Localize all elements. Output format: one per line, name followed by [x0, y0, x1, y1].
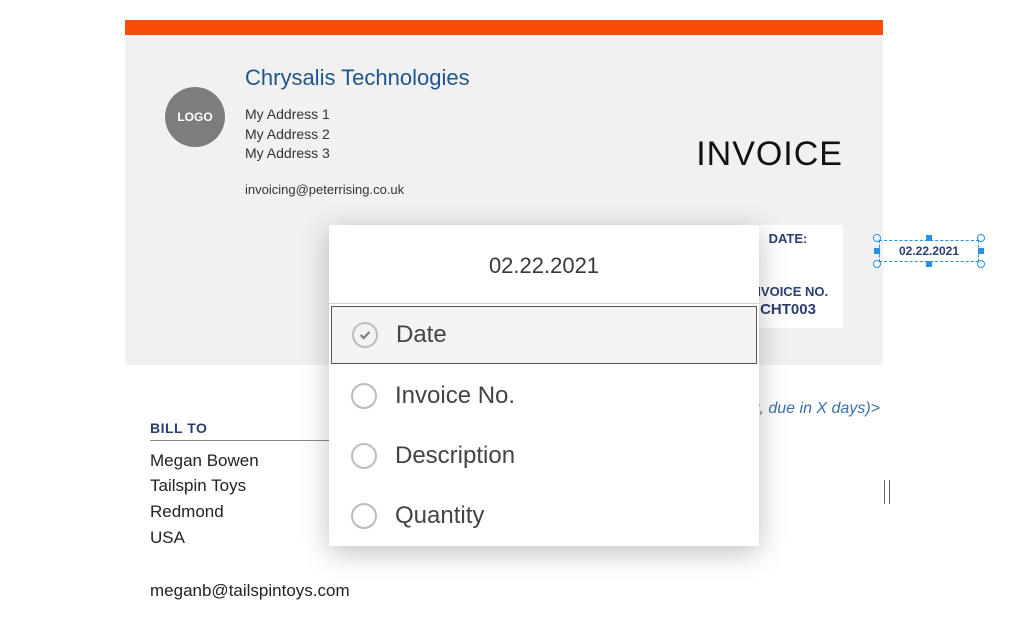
- radio-selected-icon: [352, 322, 378, 348]
- terms-placeholder: pt, due in X days)>: [746, 400, 880, 418]
- resize-handle-l[interactable]: [874, 248, 880, 254]
- resize-handle-br[interactable]: [977, 260, 985, 268]
- popup-header: 02.22.2021: [329, 225, 759, 303]
- invoice-title: INVOICE: [696, 135, 843, 174]
- option-description[interactable]: Description: [329, 426, 759, 486]
- option-invoice-no[interactable]: Invoice No.: [329, 366, 759, 426]
- field-selection-box[interactable]: 02.22.2021: [877, 238, 981, 264]
- popup-options: Date Invoice No. Description Quantity: [329, 303, 759, 546]
- accent-bar: [125, 20, 883, 35]
- radio-icon: [351, 383, 377, 409]
- radio-icon: [351, 443, 377, 469]
- option-label: Date: [396, 321, 447, 349]
- bill-to-divider: [150, 440, 330, 441]
- column-marker: [884, 480, 890, 504]
- resize-handle-b[interactable]: [926, 261, 932, 267]
- logo-placeholder: LOGO: [165, 87, 225, 147]
- radio-icon: [351, 503, 377, 529]
- resize-handle-r[interactable]: [978, 248, 984, 254]
- option-label: Quantity: [395, 502, 484, 530]
- bill-to-email: meganb@tailspintoys.com: [150, 581, 890, 601]
- resize-handle-bl[interactable]: [873, 260, 881, 268]
- resize-handle-tr[interactable]: [977, 234, 985, 242]
- resize-handle-tl[interactable]: [873, 234, 881, 242]
- option-quantity[interactable]: Quantity: [329, 486, 759, 546]
- option-label: Invoice No.: [395, 382, 515, 410]
- company-email: invoicing@peterrising.co.uk: [245, 182, 843, 197]
- option-date[interactable]: Date: [331, 306, 757, 364]
- option-label: Description: [395, 442, 515, 470]
- address-line-1: My Address 1: [245, 105, 843, 125]
- resize-handle-t[interactable]: [926, 235, 932, 241]
- field-tag-popup: 02.22.2021 Date Invoice No. Description …: [329, 225, 759, 546]
- company-name: Chrysalis Technologies: [245, 65, 843, 91]
